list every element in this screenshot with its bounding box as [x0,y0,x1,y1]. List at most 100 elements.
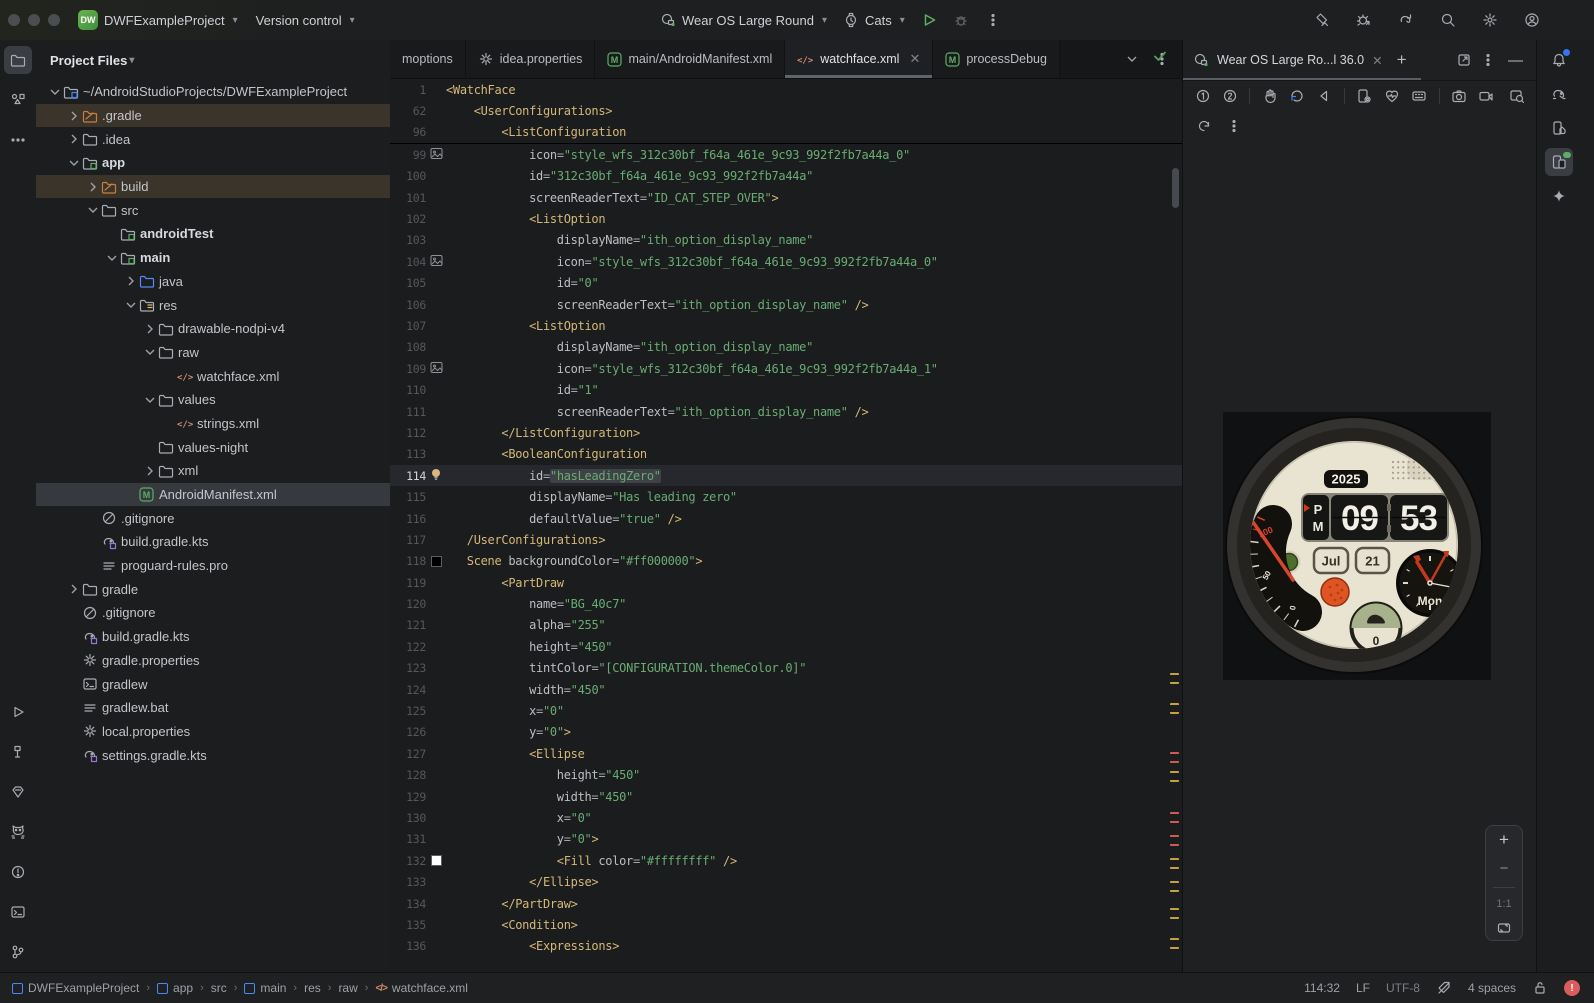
tool-stripe-running-devices[interactable] [1545,148,1573,176]
warning-stripe-mark[interactable] [1170,771,1179,782]
tree-item--gitignore[interactable]: .gitignore [36,506,390,530]
device-rotate-button[interactable] [1286,84,1309,108]
device-num2-button[interactable] [1218,84,1241,108]
debug-button[interactable] [945,8,977,32]
chevron-down-icon[interactable] [1124,51,1140,67]
open-in-window-icon[interactable] [1456,52,1472,68]
tree-item-watchface-xml[interactable]: </>watchface.xml [36,364,390,388]
device-num1-button[interactable] [1191,84,1214,108]
device-camera-button[interactable] [1447,84,1470,108]
chevron-down-icon[interactable] [122,297,139,313]
kebab-icon[interactable] [1480,52,1496,68]
chevron-right-icon[interactable] [141,463,158,479]
tree-item-build-gradle-kts[interactable]: build.gradle.kts [36,530,390,554]
tool-stripe-bell[interactable] [1545,46,1573,74]
tree-item-gradlew-bat[interactable]: gradlew.bat [36,696,390,720]
device-heart-button[interactable] [1380,84,1403,108]
chevron-right-icon[interactable] [84,179,101,195]
warning-stripe-mark[interactable] [1170,673,1179,684]
tree-item-app[interactable]: app [36,151,390,175]
warning-stripe-mark[interactable] [1170,938,1179,949]
device-kebab-button[interactable] [1221,114,1247,138]
tree-item-settings-gradle-kts[interactable]: settings.gradle.kts [36,743,390,767]
tool-stripe-gradle[interactable] [1545,80,1573,108]
chevron-down-icon[interactable] [103,250,120,266]
tree-item-gradle-properties[interactable]: gradle.properties [36,649,390,673]
run-configuration-selector[interactable]: Cats ▾ [835,8,913,32]
avatar-button[interactable] [1516,8,1548,32]
device-selector[interactable]: Wear OS Large Round ▾ [652,8,835,32]
tool-stripe-project[interactable] [4,46,32,74]
tree-item-strings-xml[interactable]: </>strings.xml [36,412,390,436]
more-actions-button[interactable] [977,8,1009,32]
image-preview-icon[interactable] [430,361,443,377]
gradle-sync-button[interactable] [1390,8,1422,32]
chevron-down-icon[interactable] [84,202,101,218]
tree-item-local-properties[interactable]: local.properties [36,720,390,744]
tree-item-proguard-rules-pro[interactable]: proguard-rules.pro [36,554,390,578]
fit-screen-icon[interactable] [1496,920,1512,936]
tool-stripe-structure[interactable] [4,86,32,114]
chevron-down-icon[interactable] [65,155,82,171]
error-stripe-mark[interactable] [1170,812,1179,823]
device-inspect-button[interactable] [1506,84,1529,108]
chevron-right-icon[interactable] [65,108,82,124]
zoom-in-button[interactable]: + [1499,830,1509,850]
tree-item--androidstudioprojects-dwfexampleproject[interactable]: ~/AndroidStudioProjects/DWFExampleProjec… [36,80,390,104]
error-stripe[interactable] [1169,79,1181,972]
chevron-right-icon[interactable] [122,273,139,289]
tree-item-xml[interactable]: xml [36,459,390,483]
tree-item--gitignore[interactable]: .gitignore [36,601,390,625]
chevron-right-icon[interactable] [141,321,158,337]
image-preview-icon[interactable] [430,147,443,163]
tool-stripe-device-manager[interactable] [1545,114,1573,142]
unlocked-icon[interactable] [1532,980,1548,996]
chevron-right-icon[interactable] [65,581,82,597]
warning-stripe-mark[interactable] [1170,881,1179,892]
device-palm-button[interactable] [1258,84,1281,108]
breadcrumb-item-watchface-xml[interactable]: </>watchface.xml [375,981,468,995]
project-widget[interactable]: DW DWFExampleProject ▾ [78,10,238,30]
editor-tab-moptions[interactable]: moptions [390,40,466,78]
zoom-reset-button[interactable]: 1:1 [1496,898,1511,910]
tree-item-gradlew[interactable]: gradlew [36,672,390,696]
inspections-ok-icon[interactable] [1152,48,1168,69]
close-device-tab-icon[interactable]: ✕ [1372,53,1382,68]
error-stripe-mark[interactable] [1170,752,1179,763]
device-screen[interactable]: 2025 P M 09 53 Jul [1223,412,1491,680]
tree-item-androidtest[interactable]: androidTest [36,222,390,246]
color-swatch-black[interactable] [431,556,442,567]
tree-item--gradle[interactable]: .gradle [36,104,390,128]
zoom-out-button[interactable]: − [1500,860,1509,877]
debug-attach-button[interactable] [1348,8,1380,32]
minimize-panel-button[interactable]: — [1508,52,1523,69]
error-indicator[interactable]: ! [1564,980,1580,996]
intention-bulb-icon[interactable] [430,468,442,484]
chevron-down-icon[interactable] [141,392,158,408]
indent-setting[interactable]: 4 spaces [1468,981,1516,995]
file-encoding[interactable]: UTF-8 [1386,981,1420,995]
editor-area[interactable]: moptionsidea.propertiesMmain/AndroidMani… [390,40,1182,972]
settings-button[interactable] [1474,8,1506,32]
tool-stripe-aqi[interactable] [4,778,32,806]
line-ending[interactable]: LF [1356,981,1370,995]
build-hammer-button[interactable] [1306,8,1338,32]
window-minimize-button[interactable] [28,14,40,26]
tree-item-main[interactable]: main [36,246,390,270]
breadcrumb-item-dwfexampleproject[interactable]: DWFExampleProject [12,981,139,995]
breadcrumb-item-app[interactable]: app [157,981,193,995]
close-tab-icon[interactable]: ✕ [909,51,920,67]
editor-tab-main-androidmanifest-xml[interactable]: Mmain/AndroidManifest.xml [595,40,785,78]
chevron-down-icon[interactable] [141,344,158,360]
tree-item-src[interactable]: src [36,198,390,222]
device-reset-button[interactable] [1191,114,1217,138]
tool-stripe-build[interactable] [4,738,32,766]
highlight-level-icon[interactable] [1436,980,1452,996]
editor-tab-idea-properties[interactable]: idea.properties [466,40,596,78]
run-button[interactable] [913,8,945,32]
tool-stripe-git[interactable] [4,938,32,966]
chevron-right-icon[interactable] [65,131,82,147]
tree-item-gradle[interactable]: gradle [36,577,390,601]
tree-item-build[interactable]: build [36,175,390,199]
device-dev-settings-button[interactable] [1353,84,1376,108]
